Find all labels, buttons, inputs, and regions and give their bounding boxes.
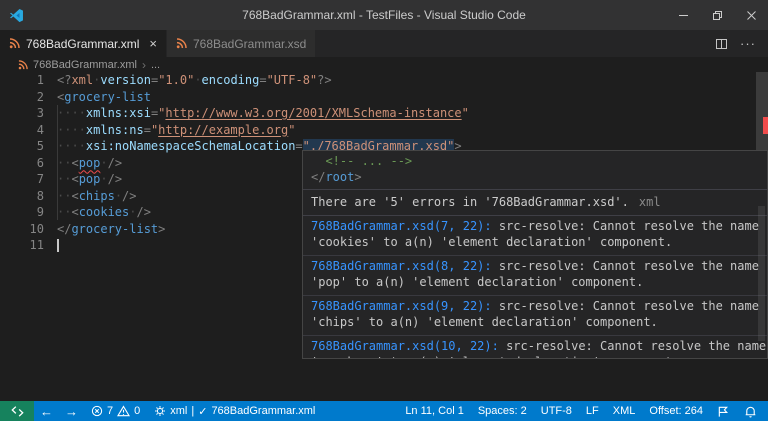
code-line: 2 <grocery-list xyxy=(36,89,151,104)
text-cursor xyxy=(57,239,59,252)
minimize-button[interactable] xyxy=(666,0,700,30)
split-editor-icon[interactable] xyxy=(715,38,728,50)
window-title: 768BadGrammar.xml - TestFiles - Visual S… xyxy=(242,8,526,22)
diagnostic-entry: 768BadGrammar.xsd(10, 22): src-resolve: … xyxy=(303,335,767,358)
warning-count: 0 xyxy=(134,405,141,417)
language-label: xml xyxy=(170,405,188,417)
code-line: 4 ····xmlns:ns="http://example.org" xyxy=(36,122,296,137)
status-item[interactable]: Offset: 264 xyxy=(642,401,710,421)
chevron-right-icon: › xyxy=(141,57,146,72)
status-right: Ln 11, Col 1 Spaces: 2 UTF-8 LF XML Offset: 2… xyxy=(398,401,710,421)
breadcrumb-file[interactable]: 768BadGrammar.xml xyxy=(33,59,137,71)
editor[interactable]: 1 <?xml·version="1.0"·encoding="UTF-8"?> 2… xyxy=(0,72,768,401)
status-item[interactable]: UTF-8 xyxy=(534,401,579,421)
tab-768badgrammar-xml[interactable]: 768BadGrammar.xml × xyxy=(0,30,167,57)
overview-ruler-error-mark xyxy=(763,117,768,134)
xml-language-status[interactable]: xml | ✓ 768BadGrammar.xml xyxy=(147,401,322,421)
diagnostic-link[interactable]: 768BadGrammar.xsd(9, 22): xyxy=(311,299,492,313)
vscode-window: 768BadGrammar.xml - TestFiles - Visual S… xyxy=(0,0,768,421)
diagnostic-entry: 768BadGrammar.xsd(9, 22): src-resolve: C… xyxy=(303,295,767,335)
hover-errors: 768BadGrammar.xsd(7, 22): src-resolve: C… xyxy=(303,216,767,358)
breadcrumb-ellipsis[interactable]: ... xyxy=(151,59,160,71)
hover-summary: There are '5' errors in '768BadGrammar.x… xyxy=(303,190,767,216)
feedback-icon xyxy=(718,406,729,417)
remote-indicator[interactable] xyxy=(0,401,34,421)
error-count: 7 xyxy=(107,405,114,417)
check-icon: ✓ xyxy=(198,405,208,418)
title-bar: 768BadGrammar.xml - TestFiles - Visual S… xyxy=(0,0,768,30)
hover-scrollbar[interactable] xyxy=(758,206,765,341)
code-line: 1 <?xml·version="1.0"·encoding="UTF-8"?> xyxy=(36,73,332,87)
bell-icon xyxy=(745,406,756,417)
status-divider: | xyxy=(191,405,195,417)
more-actions-icon[interactable]: ··· xyxy=(740,36,756,51)
close-button[interactable] xyxy=(734,0,768,30)
diagnostic-link[interactable]: 768BadGrammar.xsd(7, 22): xyxy=(311,219,492,233)
status-item[interactable]: Ln 11, Col 1 xyxy=(398,401,471,421)
back-button[interactable]: ← xyxy=(34,404,59,419)
hover-language-tag: xml xyxy=(638,195,661,209)
tab-label: 768BadGrammar.xml xyxy=(26,36,140,51)
tab-bar: 768BadGrammar.xml × 768BadGrammar.xsd ··… xyxy=(0,30,768,57)
status-item[interactable]: LF xyxy=(579,401,606,421)
gear-icon xyxy=(155,406,166,416)
xsd-file-icon xyxy=(176,38,187,49)
indent-guide xyxy=(57,105,58,220)
forward-button[interactable]: → xyxy=(59,404,84,419)
validated-file: 768BadGrammar.xml xyxy=(211,405,316,417)
code-line: 3 ····xmlns:xsi="http://www.w3.org/2001/X… xyxy=(36,106,469,120)
status-item[interactable]: XML xyxy=(606,401,643,421)
notifications-button[interactable] xyxy=(737,401,764,421)
diagnostic-link[interactable]: 768BadGrammar.xsd(8, 22): xyxy=(311,259,492,273)
error-icon xyxy=(91,405,103,417)
status-bar: ← → 7 0 xml | ✓ 768BadGrammar.xml Ln 11,… xyxy=(0,401,768,421)
status-item[interactable]: Spaces: 2 xyxy=(471,401,534,421)
breadcrumb[interactable]: 768BadGrammar.xml › ... xyxy=(0,57,768,72)
feedback-button[interactable] xyxy=(710,401,737,421)
remote-icon xyxy=(10,405,24,417)
warning-icon xyxy=(117,405,131,417)
hover-tooltip: <!-- ... --> </root> There are '5' errors… xyxy=(302,150,768,359)
problems-indicator[interactable]: 7 0 xyxy=(84,401,147,421)
xml-file-icon xyxy=(9,38,20,49)
tab-label: 768BadGrammar.xsd xyxy=(192,36,307,51)
tab-768badgrammar-xsd[interactable]: 768BadGrammar.xsd xyxy=(166,30,317,57)
vscode-logo-icon xyxy=(9,8,24,23)
editor-scrollbar[interactable] xyxy=(756,72,768,150)
tab-close-icon[interactable]: × xyxy=(149,37,157,50)
restore-button[interactable] xyxy=(700,0,734,30)
diagnostic-entry: 768BadGrammar.xsd(7, 22): src-resolve: C… xyxy=(311,219,759,249)
diagnostic-entry: 768BadGrammar.xsd(8, 22): src-resolve: C… xyxy=(303,255,767,295)
hover-code: <!-- ... --> </root> xyxy=(303,151,767,190)
diagnostic-link[interactable]: 768BadGrammar.xsd(10, 22): xyxy=(311,339,499,353)
breadcrumb-file-icon xyxy=(18,59,28,70)
